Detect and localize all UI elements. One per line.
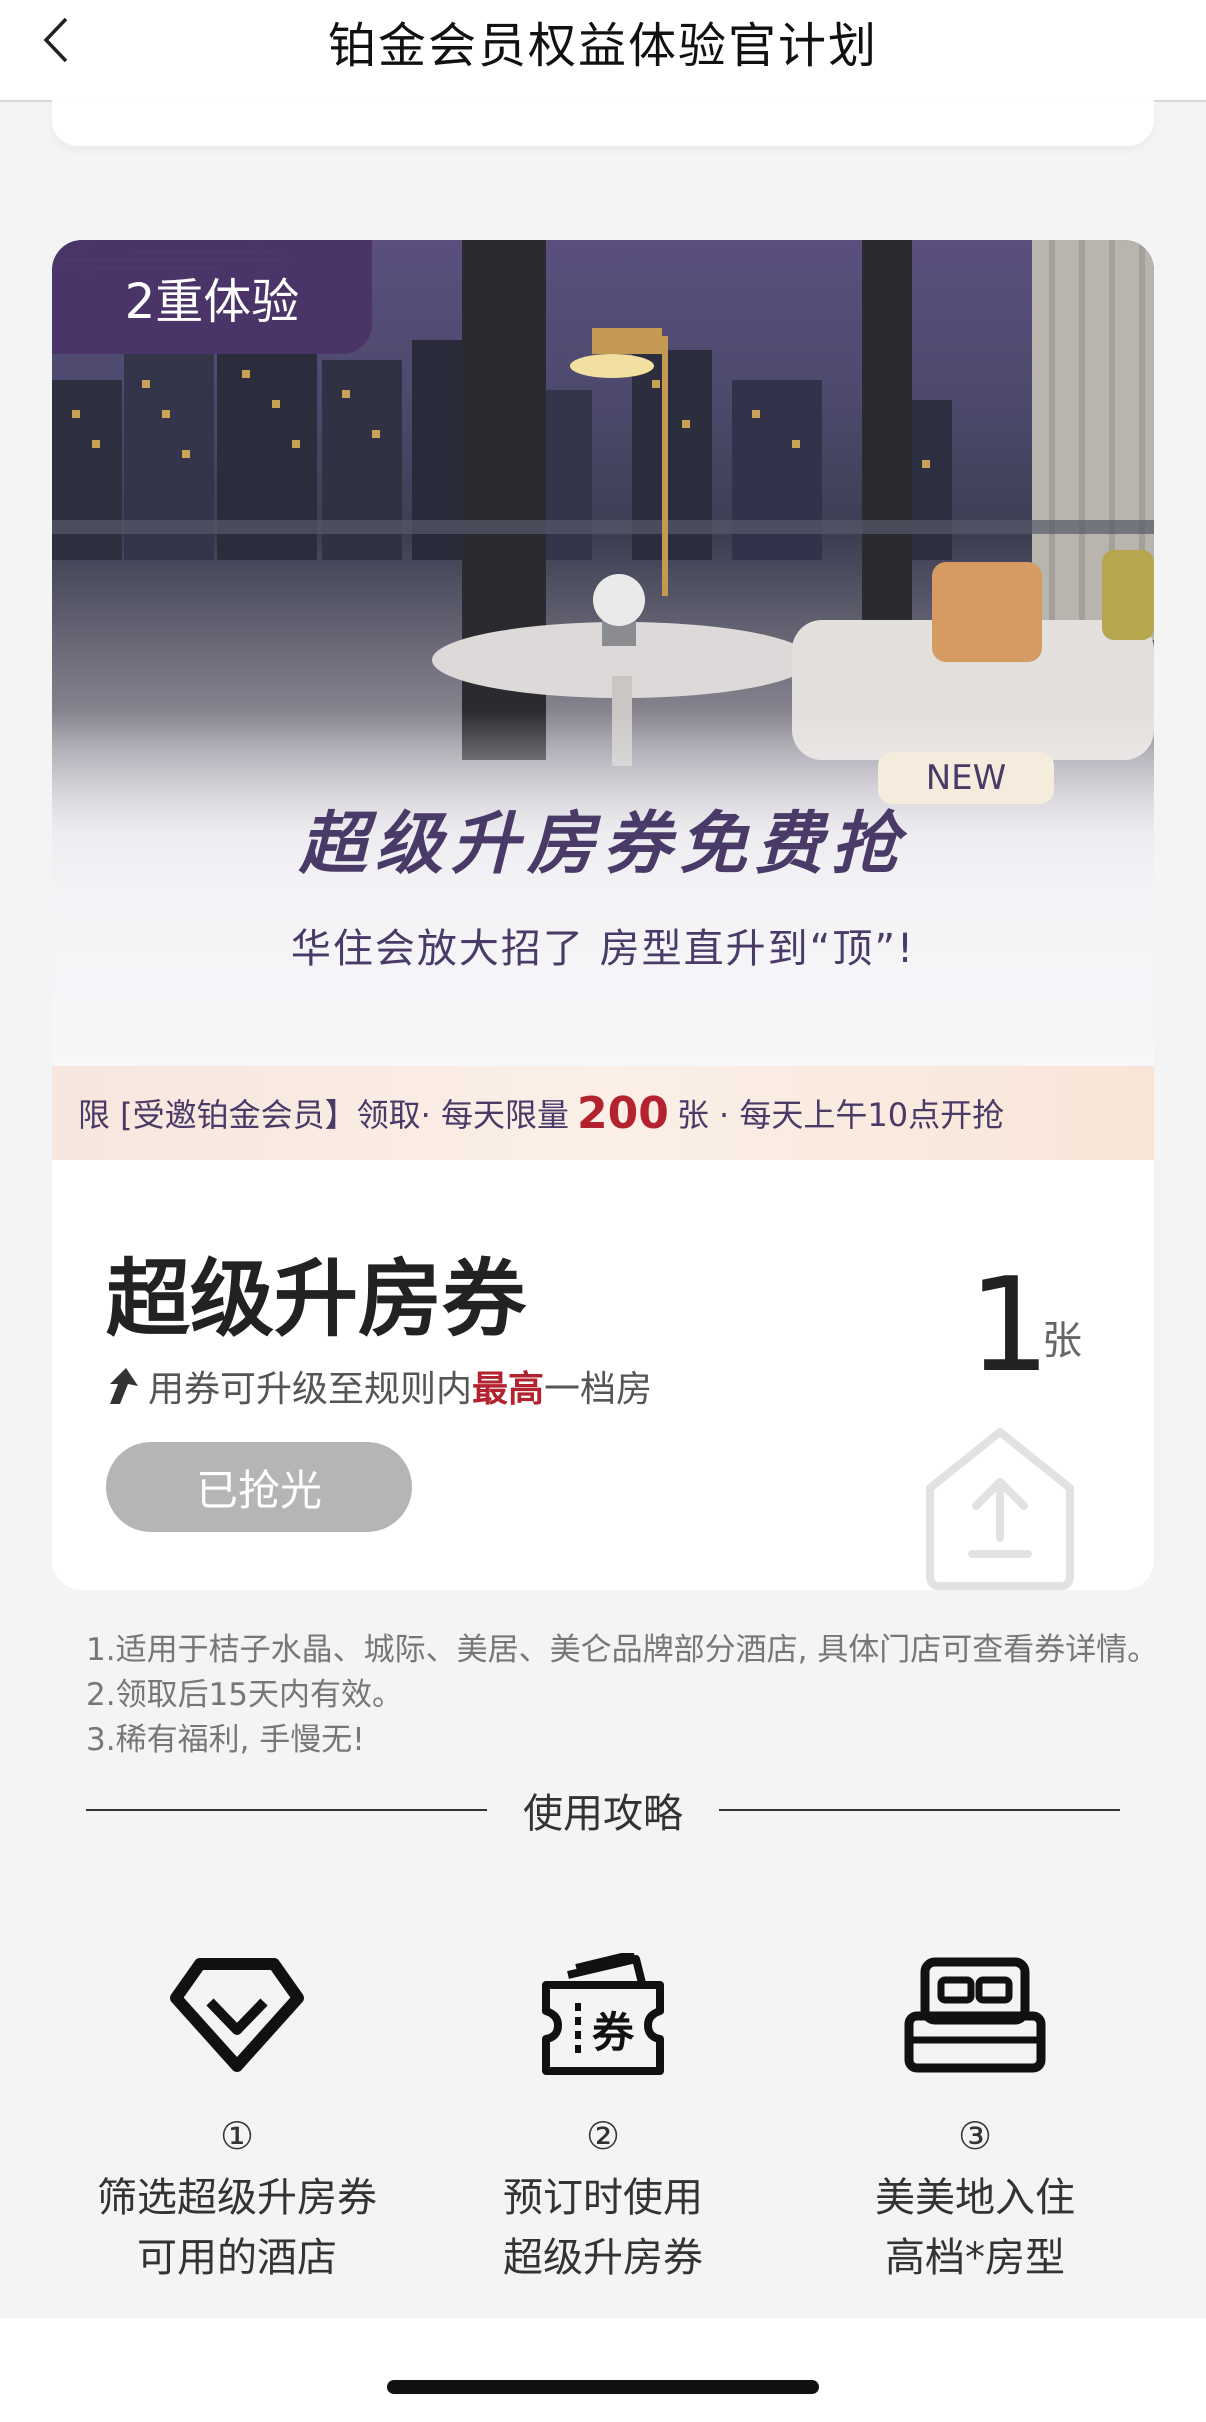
- step-2: 券 ② 预订时使用 超级升房券: [418, 1930, 788, 2288]
- guide-steps: ① 筛选超级升房券 可用的酒店 券 ② 预订时使用 超级升房券 ③ 美美地入住 …: [52, 1930, 1154, 2320]
- benefit-card: 2重体验 超级升房券免费抢 NEW 华住会放大招了 房型直升到“顶”! 限 [受…: [52, 240, 1154, 1590]
- coupon-title: 超级升房券: [106, 1250, 527, 1348]
- decorative-lines-right: [52, 243, 282, 277]
- coupon-desc-prefix: 用券可升级至规则内: [148, 1369, 473, 1410]
- step-3: ③ 美美地入住 高档*房型: [790, 1930, 1160, 2288]
- step-line-1: 筛选超级升房券: [97, 2175, 377, 2221]
- diamond-icon: [170, 1958, 304, 2072]
- bottom-safe-area: [0, 2318, 1206, 2422]
- step-1: ① 筛选超级升房券 可用的酒店: [52, 1930, 422, 2288]
- previous-card-bottom: [52, 100, 1154, 146]
- coupon-desc-suffix: 一档房: [544, 1369, 653, 1410]
- note-item: 2.领取后15天内有效。: [86, 1677, 404, 1713]
- step-line-1: 预订时使用: [503, 2175, 703, 2221]
- step-line-2: 可用的酒店: [137, 2235, 337, 2281]
- house-upload-icon: [926, 1428, 1074, 1590]
- step-line-2: 高档*房型: [885, 2235, 1065, 2281]
- divider-line: [86, 1809, 487, 1811]
- hero-image: 2重体验 超级升房券免费抢 NEW 华住会放大招了 房型直升到“顶”!: [52, 240, 1154, 1070]
- subheadline: 华住会放大招了 房型直升到“顶”!: [290, 926, 916, 972]
- guide-title: 使用攻略: [523, 1791, 683, 1837]
- step-number: ③: [957, 2114, 993, 2158]
- coupon-count: 1: [968, 1249, 1051, 1401]
- bed-icon: [904, 1957, 1046, 2073]
- new-badge: NEW: [878, 752, 1054, 804]
- coupon-section: 超级升房券 用券可升级至规则内 最高 一档房 已抢光 1 张: [52, 1160, 1154, 1590]
- step-number: ①: [219, 2114, 255, 2158]
- step-line-1: 美美地入住: [875, 2175, 1075, 2221]
- limit-suffix: 张 · 每天上午10点开抢: [676, 1096, 1005, 1134]
- note-item: 1.适用于桔子水晶、城际、美居、美仑品牌部分酒店, 具体门店可查看券详情。: [86, 1632, 1159, 1668]
- note-item: 3.稀有福利, 手慢无!: [86, 1722, 365, 1758]
- arrow-up-right-icon: [110, 1368, 138, 1404]
- coupon-description: 用券可升级至规则内 最高 一档房: [106, 1360, 652, 1412]
- home-indicator[interactable]: [387, 2380, 819, 2394]
- limit-info-bar: 限 [受邀铂金会员】领取· 每天限量 200 张 · 每天上午10点开抢: [52, 1066, 1154, 1160]
- page-title: 铂金会员权益体验官计划: [327, 18, 878, 74]
- coupon-desc-highlight: 最高: [472, 1369, 545, 1410]
- limit-count: 200: [577, 1087, 669, 1139]
- limit-prefix: 限 [受邀铂金会员】领取· 每天限量: [78, 1096, 570, 1134]
- notes-list: 1.适用于桔子水晶、城际、美居、美仑品牌部分酒店, 具体门店可查看券详情。 2.…: [86, 1628, 1158, 1763]
- nav-bar: 铂金会员权益体验官计划: [0, 0, 1206, 102]
- ticket-icon: 券: [542, 1953, 664, 2075]
- svg-text:券: 券: [592, 2008, 635, 2057]
- step-line-2: 超级升房券: [503, 2235, 703, 2281]
- guide-divider: 使用攻略: [86, 1790, 1120, 1837]
- sold-out-button[interactable]: 已抢光: [106, 1442, 412, 1532]
- coupon-unit: 张: [1042, 1318, 1082, 1364]
- divider-line: [719, 1809, 1120, 1811]
- step-number: ②: [585, 2114, 621, 2158]
